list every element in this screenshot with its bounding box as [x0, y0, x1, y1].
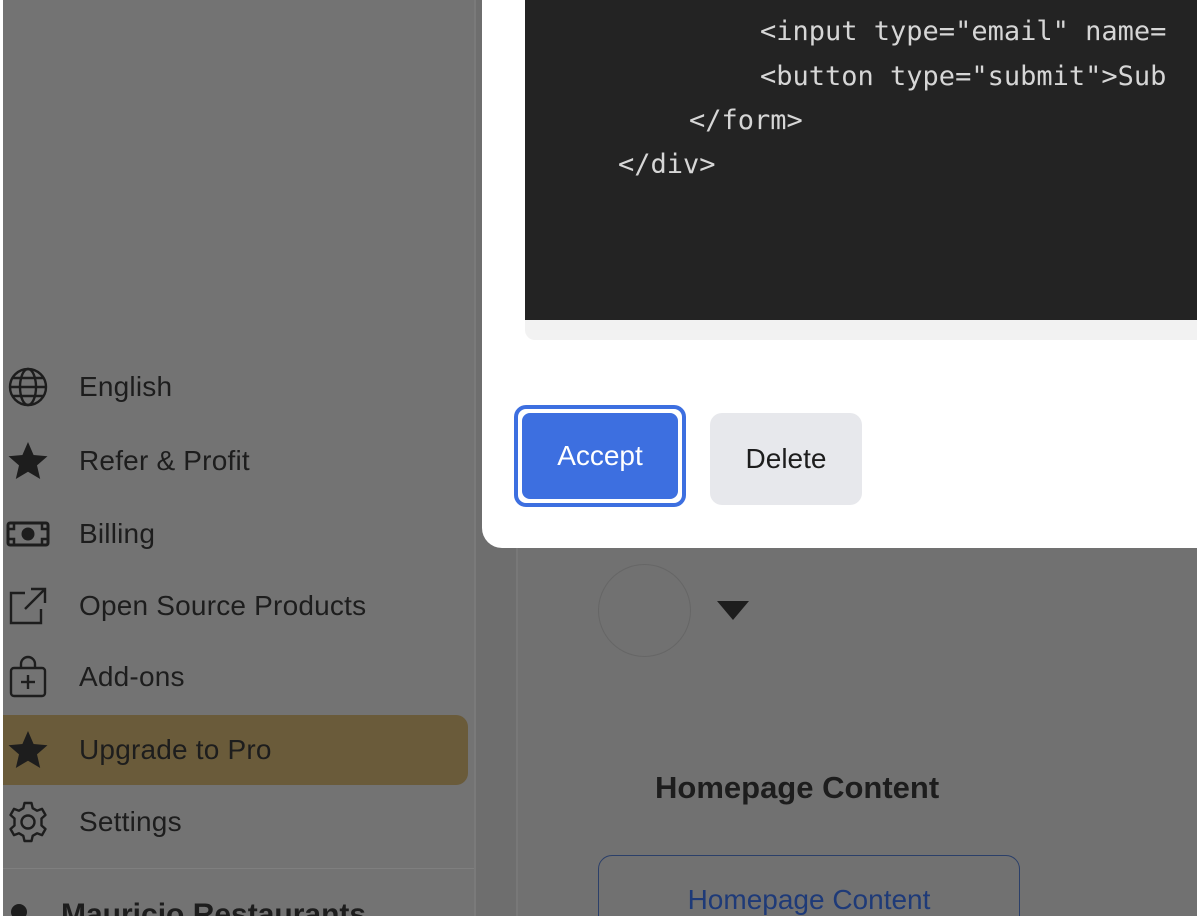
star-icon — [6, 439, 50, 483]
sidebar-item-refer-profit[interactable]: Refer & Profit — [3, 426, 468, 496]
sidebar-item-billing[interactable]: Billing — [3, 499, 468, 569]
sidebar-item-label: Settings — [79, 806, 182, 837]
accept-button[interactable]: Accept — [514, 405, 686, 507]
sidebar-item-label: Refer & Profit — [79, 445, 250, 476]
sidebar-item-label: English — [79, 371, 173, 402]
code-block: <input type="email" name= <button type="… — [525, 0, 1200, 320]
sidebar-item-add-ons[interactable]: Add-ons — [3, 642, 468, 712]
chevron-down-icon[interactable] — [717, 601, 749, 620]
code-line: <button type="submit">Sub — [760, 61, 1167, 92]
code-preview: <input type="email" name= <button type="… — [525, 0, 1200, 340]
globe-icon — [6, 365, 50, 409]
sidebar-item-label: Upgrade to Pro — [79, 734, 272, 765]
divider — [3, 868, 476, 869]
avatar[interactable] — [598, 564, 691, 657]
modal-dialog: <input type="email" name= <button type="… — [482, 0, 1200, 548]
sidebar-item-label: Add-ons — [79, 661, 185, 692]
delete-button[interactable]: Delete — [710, 413, 862, 505]
code-line: </form> — [689, 105, 803, 136]
gear-icon — [6, 800, 50, 844]
shopping-bag-plus-icon — [6, 655, 50, 699]
divider — [474, 0, 476, 919]
code-line: </div> — [618, 149, 716, 180]
sidebar-item-upgrade-to-pro[interactable]: Upgrade to Pro — [3, 715, 468, 785]
sidebar-item-english[interactable]: English — [3, 352, 468, 422]
sidebar-item-open-source-products[interactable]: Open Source Products — [3, 571, 468, 641]
sidebar: English Refer & Profit Billing Open Sour… — [3, 0, 476, 919]
cash-icon — [6, 512, 50, 556]
star-icon — [6, 728, 50, 772]
external-link-icon — [6, 584, 50, 628]
workspace-name: Mauricio Restaurants — [61, 898, 367, 919]
sidebar-item-settings[interactable]: Settings — [3, 787, 468, 857]
delete-button-label: Delete — [745, 443, 827, 474]
sidebar-item-label: Open Source Products — [79, 590, 367, 621]
workspace-icon — [11, 904, 27, 919]
homepage-content-button-label: Homepage Content — [687, 884, 931, 915]
homepage-content-button[interactable]: Homepage Content — [598, 855, 1020, 919]
code-line: <input type="email" name= — [760, 16, 1167, 47]
page-section-title: Homepage Content — [655, 770, 940, 805]
accept-button-label: Accept — [522, 413, 678, 499]
sidebar-item-label: Billing — [79, 518, 156, 549]
